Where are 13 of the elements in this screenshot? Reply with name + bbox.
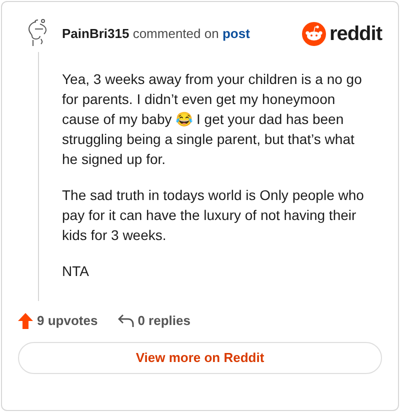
reddit-logo-icon	[302, 22, 326, 46]
username[interactable]: PainBri315	[62, 26, 130, 41]
post-link[interactable]: post	[222, 26, 250, 41]
reply-count: 0 replies	[138, 312, 190, 330]
comment-paragraph: Yea, 3 weeks away from your children is a no go for parents. I didn’t even get my honeymoon cause of my baby 😂 I get your dad has been struggling being a single parent, but that’s what he signed up for.	[62, 70, 363, 169]
reply-arrow-icon	[118, 314, 134, 328]
view-more-button[interactable]: View more on Reddit	[18, 342, 382, 374]
brand-wordmark: reddit	[329, 22, 382, 46]
upvote-count: 9 upvotes	[37, 312, 98, 330]
comment-paragraph: The sad truth in todays world is Only people who pay for it can have the luxury of not having their kids for 3 weeks.	[62, 186, 365, 245]
comment-paragraph: NTA	[62, 262, 90, 281]
comment-action: commented on	[132, 26, 219, 41]
upvote-arrow-icon	[18, 313, 33, 329]
